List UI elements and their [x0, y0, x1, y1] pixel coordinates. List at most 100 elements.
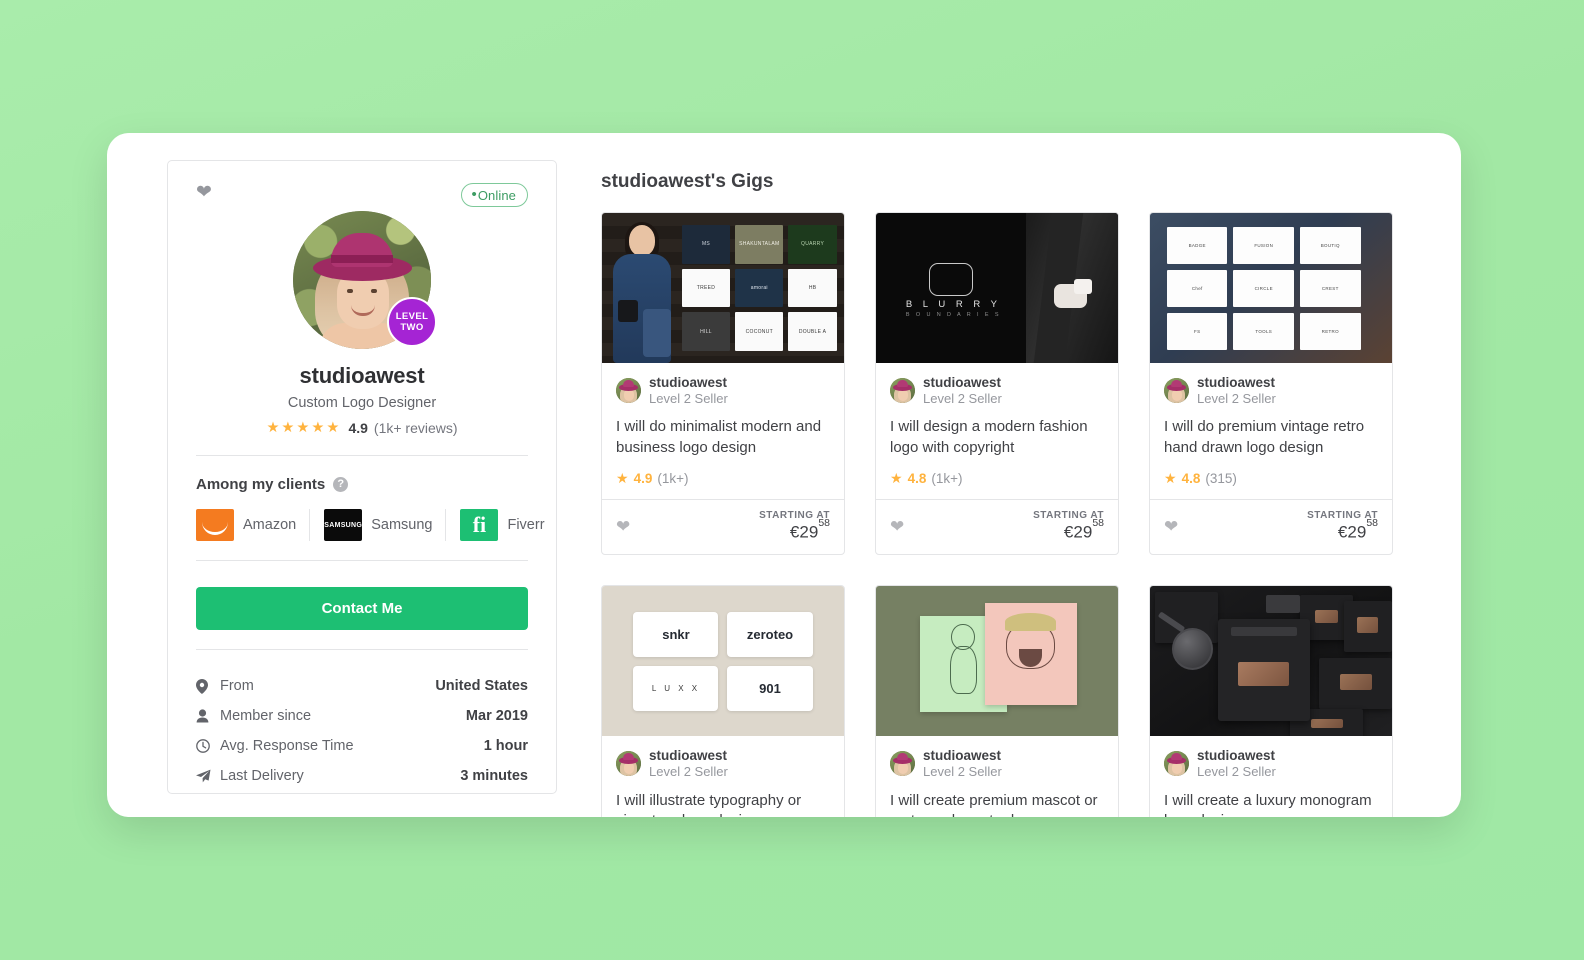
gig-price: €2958 [1337, 516, 1378, 543]
gig-card[interactable]: B L U R R Y B O U N D A R I E S studioaw… [875, 212, 1119, 556]
thumb-logo-luxx: L U X X [633, 665, 719, 711]
gig-seller[interactable]: studioawest Level 2 Seller [890, 375, 1104, 406]
gig-title[interactable]: I will illustrate typography or signatur… [616, 791, 830, 817]
client-label: Samsung [371, 517, 433, 533]
gig-seller-avatar [890, 751, 915, 777]
stat-row-member-since: Member since Mar 2019 [196, 701, 528, 731]
gig-rating-count: (1k+) [657, 471, 689, 487]
gig-footer: ❤ STARTING AT €2958 [602, 499, 844, 554]
stat-row-from: From United States [196, 671, 528, 701]
level-badge-line1: LEVEL [395, 311, 429, 322]
gig-card[interactable]: snkr zeroteo L U X X 901 studioawest Lev… [601, 585, 845, 817]
status-badge-online: •Online [461, 183, 528, 207]
gig-seller-avatar [616, 378, 641, 404]
stat-value: 1 hour [483, 738, 528, 754]
gig-seller-avatar [616, 751, 641, 777]
thumb-logo-snkr: snkr [633, 611, 719, 657]
gig-seller-level: Level 2 Seller [1197, 390, 1276, 406]
stat-label: From [220, 678, 254, 694]
among-my-clients-heading: Among my clients ? [196, 476, 528, 493]
gig-rating-score: 4.8 [907, 471, 927, 487]
thumb-typography-cards: snkr zeroteo L U X X 901 [633, 611, 813, 711]
gig-rating-score: 4.8 [1181, 471, 1201, 487]
gig-seller-name: studioawest [649, 375, 728, 390]
thumb-coat-figure [1026, 213, 1118, 363]
fiverr-logo-icon: fi [460, 509, 499, 541]
gig-thumbnail-typography-cards-beige[interactable]: snkr zeroteo L U X X 901 [602, 586, 844, 737]
star-icon: ★ [1164, 470, 1177, 487]
level-badge-line2: TWO [400, 322, 424, 333]
client-samsung[interactable]: SAMSUNG Samsung [309, 509, 445, 541]
gig-favorite-heart-icon[interactable]: ❤ [890, 517, 904, 537]
thumb-logo-grid: MS SHAKUNTALAM QUARRY TREED amorai HB HI… [681, 225, 837, 351]
thumb-brand-name: B L U R R Y [905, 298, 1002, 310]
gig-card[interactable]: studioawest Level 2 Seller I will create… [1149, 585, 1393, 817]
contact-me-button[interactable]: Contact Me [196, 587, 528, 630]
gig-card[interactable]: studioawest Level 2 Seller I will create… [875, 585, 1119, 817]
gig-rating-count: (315) [1205, 471, 1237, 487]
gig-price-block: STARTING AT €2958 [1307, 510, 1378, 543]
gig-price-block: STARTING AT €2958 [759, 510, 830, 543]
star-icon: ★ [616, 470, 629, 487]
client-fiverr[interactable]: fi Fiverr [445, 509, 557, 541]
stat-label: Last Delivery [220, 768, 304, 784]
gig-thumbnail-blurry-boundaries-black[interactable]: B L U R R Y B O U N D A R I E S [876, 213, 1118, 363]
gig-rating-score: 4.9 [633, 471, 653, 487]
divider-mid [196, 560, 528, 561]
rating-score: 4.9 [348, 420, 368, 436]
gigs-section-title: studioawest's Gigs [601, 171, 774, 192]
gig-card[interactable]: MS SHAKUNTALAM QUARRY TREED amorai HB HI… [601, 212, 845, 556]
gig-rating: ★ 4.9 (1k+) [616, 470, 830, 499]
gig-rating: ★ 4.8 (315) [1164, 470, 1378, 499]
gig-grid: MS SHAKUNTALAM QUARRY TREED amorai HB HI… [601, 212, 1401, 817]
gig-footer: ❤ STARTING AT €2958 [876, 499, 1118, 554]
client-amazon[interactable]: Amazon [196, 509, 309, 541]
gig-price: €2958 [789, 516, 830, 543]
gig-seller[interactable]: studioawest Level 2 Seller [616, 748, 830, 779]
online-dot-icon: • [471, 186, 477, 203]
gig-seller-name: studioawest [1197, 375, 1276, 390]
gig-thumbnail-mascot-cartoon-olive[interactable] [876, 586, 1118, 737]
gig-title[interactable]: I will design a modern fashion logo with… [890, 417, 1104, 459]
seller-stats-list: From United States Member since Mar 2019… [196, 671, 528, 791]
gig-price: €2958 [1063, 516, 1104, 543]
thumb-brand-sub: B O U N D A R I E S [905, 312, 1001, 318]
gig-footer: ❤ STARTING AT €2958 [1150, 499, 1392, 554]
gig-seller[interactable]: studioawest Level 2 Seller [1164, 748, 1378, 779]
gig-seller[interactable]: studioawest Level 2 Seller [890, 748, 1104, 779]
gig-thumbnail-dark-monogram-stationery[interactable] [1150, 586, 1392, 737]
gig-seller-level: Level 2 Seller [923, 390, 1002, 406]
gig-seller-name: studioawest [649, 748, 728, 764]
stat-row-response-time: Avg. Response Time 1 hour [196, 731, 528, 761]
thumb-caricature-sketch [1002, 612, 1060, 687]
gig-favorite-heart-icon[interactable]: ❤ [1164, 517, 1178, 537]
gig-title[interactable]: I will do premium vintage retro hand dra… [1164, 417, 1378, 459]
gig-rating-count: (1k+) [931, 471, 963, 487]
avatar-wrapper: LEVEL TWO [293, 211, 437, 349]
gig-title[interactable]: I will do minimalist modern and business… [616, 417, 830, 459]
gig-thumbnail-logo-grid-dark-wall-model[interactable]: MS SHAKUNTALAM QUARRY TREED amorai HB HI… [602, 213, 844, 363]
rating-review-count: (1k+ reviews) [373, 420, 458, 436]
gigs-section: studioawest's Gigs MS SHAKUNTALAM QUARRY [601, 160, 1401, 817]
favorite-heart-icon[interactable]: ❤ [196, 183, 212, 202]
amazon-logo-icon [196, 509, 234, 541]
gig-title[interactable]: I will create a luxury monogram logo des… [1164, 791, 1378, 817]
gig-seller-level: Level 2 Seller [1197, 763, 1276, 779]
client-label: Fiverr [507, 517, 545, 533]
gig-thumbnail-vintage-badge-grid[interactable]: BADGE FUSION BOUTIQ Chef CIRCLE CREST FS TOOL… [1150, 213, 1392, 363]
thumb-logo-901: 901 [727, 665, 813, 711]
gig-favorite-heart-icon[interactable]: ❤ [616, 517, 630, 537]
star-icon: ★ [890, 470, 903, 487]
avatar-eye-left [347, 289, 353, 293]
stat-label: Member since [220, 708, 312, 724]
online-label: Online [477, 188, 516, 203]
thumb-logo-zeroteo: zeroteo [727, 611, 813, 657]
seller-profile-card: ❤ •Online LEVEL TWO studioawest Custom L… [167, 160, 557, 794]
gig-title[interactable]: I will create premium mascot or cartoon … [890, 791, 1104, 817]
gig-seller[interactable]: studioawest Level 2 Seller [1164, 375, 1378, 406]
gig-price-block: STARTING AT €2958 [1033, 510, 1104, 543]
gig-card[interactable]: BADGE FUSION BOUTIQ Chef CIRCLE CREST FS TOOL… [1149, 212, 1393, 556]
clients-row: Amazon SAMSUNG Samsung fi Fiverr [196, 509, 545, 541]
question-mark-icon[interactable]: ? [333, 477, 349, 492]
gig-seller[interactable]: studioawest Level 2 Seller [616, 375, 830, 406]
